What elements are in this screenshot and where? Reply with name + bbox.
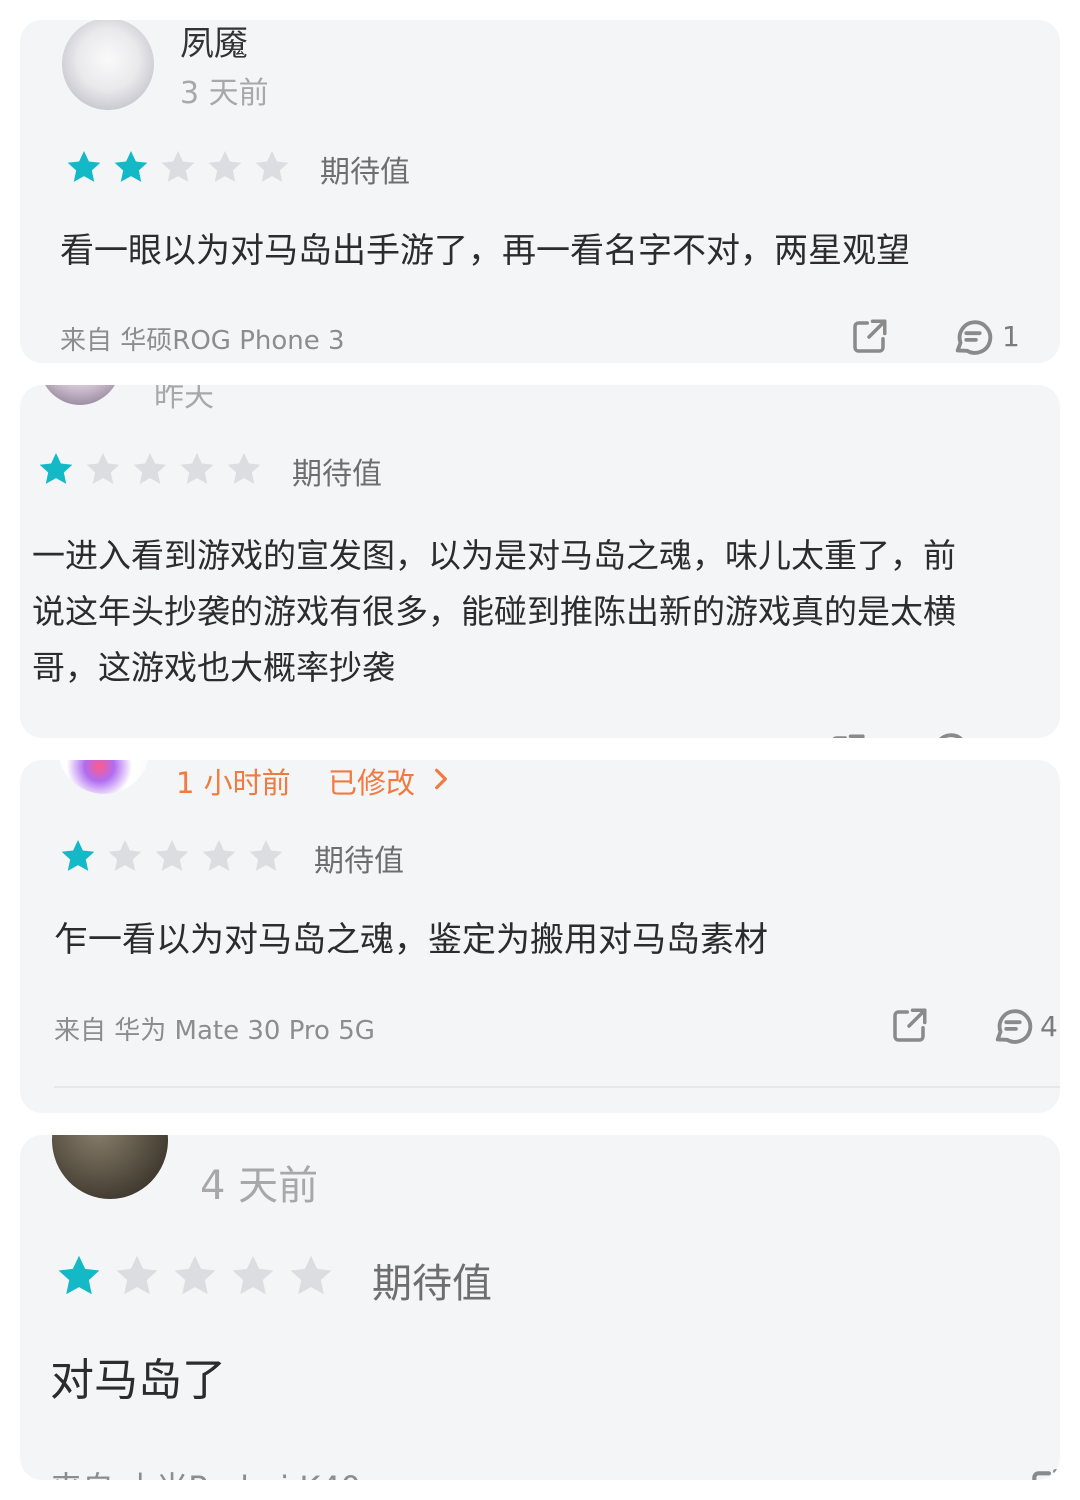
- avatar[interactable]: [58, 760, 150, 794]
- reply-count[interactable]: 1: [1002, 320, 1020, 353]
- review-text-line: 哥，这游戏也大概率抄袭: [32, 648, 395, 687]
- star-filled-icon: [114, 151, 148, 182]
- rating-label: 期待值: [314, 844, 404, 879]
- star-filled-icon: [39, 453, 73, 484]
- avatar[interactable]: [38, 385, 122, 405]
- rating-label: 期待值: [372, 1261, 492, 1307]
- star-empty-icon: [116, 1255, 158, 1295]
- star-empty-icon: [155, 840, 189, 871]
- device-label: 来自 小米Redmi K40: [50, 1463, 361, 1480]
- review-time: 昨天: [154, 385, 214, 414]
- star-empty-icon: [255, 151, 289, 182]
- avatar[interactable]: [62, 20, 154, 110]
- device-label: 来自 华硕ROG Phone 3: [60, 326, 345, 356]
- device-label: 来自 华为 Mate 30 Pro 5G: [54, 1016, 375, 1046]
- review-time: 4 天前: [200, 1163, 319, 1209]
- review-time: 3 天前: [180, 76, 269, 111]
- review-card: 4 天前 期待值 对马岛了 来自 小米Redmi K40: [20, 1135, 1060, 1480]
- review-text-line: 乍一看以为对马岛之魂，鉴定为搬用对马岛素材: [54, 920, 768, 960]
- star-rating: [58, 837, 286, 877]
- star-filled-icon: [58, 1255, 100, 1295]
- star-empty-icon: [202, 840, 236, 871]
- review-time: 1 小时前: [176, 766, 291, 800]
- review-text-line: 说这年头抄袭的游戏有很多，能碰到推陈出新的游戏真的是太横: [32, 592, 956, 631]
- review-text-line: 对马岛了: [50, 1355, 226, 1406]
- star-empty-icon: [208, 151, 242, 182]
- share-icon[interactable]: [848, 316, 890, 358]
- avatar[interactable]: [52, 1135, 168, 1199]
- rating-label: 期待值: [292, 457, 382, 492]
- edited-link[interactable]: 已修改: [328, 760, 415, 802]
- star-empty-icon: [161, 151, 195, 182]
- reply-count[interactable]: 4: [1040, 1010, 1058, 1043]
- username[interactable]: 夙魇: [180, 20, 248, 65]
- star-filled-icon: [67, 151, 101, 182]
- star-empty-icon: [227, 453, 261, 484]
- review-card: 1 小时前 已修改 期待值 乍一看以为对马岛之魂，鉴定为搬用对马岛素材 来自 华…: [20, 760, 1060, 1113]
- star-empty-icon: [86, 453, 120, 484]
- share-icon[interactable]: [888, 1005, 930, 1047]
- star-rating: [54, 1252, 336, 1302]
- comment-icon[interactable]: [950, 314, 996, 360]
- review-card: 昨天 期待值 一进入看到游戏的宣发图，以为是对马岛之魂，味儿太重了，前 说这年头…: [20, 385, 1060, 738]
- star-empty-icon: [108, 840, 142, 871]
- star-filled-icon: [61, 840, 95, 871]
- review-text-line: 看一眼以为对马岛出手游了，再一看名字不对，两星观望: [60, 231, 910, 271]
- star-empty-icon: [174, 1255, 216, 1295]
- divider: [54, 1086, 1060, 1088]
- review-card: 夙魇 3 天前 期待值 看一眼以为对马岛出手游了，再一看名字不对，两星观望 来自…: [20, 20, 1060, 363]
- star-rating: [36, 450, 264, 490]
- star-rating: [64, 148, 292, 188]
- star-empty-icon: [180, 453, 214, 484]
- review-text-line: 一进入看到游戏的宣发图，以为是对马岛之魂，味儿太重了，前: [32, 536, 956, 575]
- star-empty-icon: [232, 1255, 274, 1295]
- share-icon[interactable]: [826, 731, 868, 738]
- comment-icon[interactable]: [990, 1003, 1036, 1049]
- comment-icon[interactable]: [926, 727, 972, 738]
- star-empty-icon: [133, 453, 167, 484]
- share-icon[interactable]: [1026, 1465, 1060, 1480]
- star-empty-icon: [290, 1255, 332, 1295]
- star-empty-icon: [249, 840, 283, 871]
- chevron-right-icon[interactable]: [432, 766, 450, 792]
- rating-label: 期待值: [320, 155, 410, 190]
